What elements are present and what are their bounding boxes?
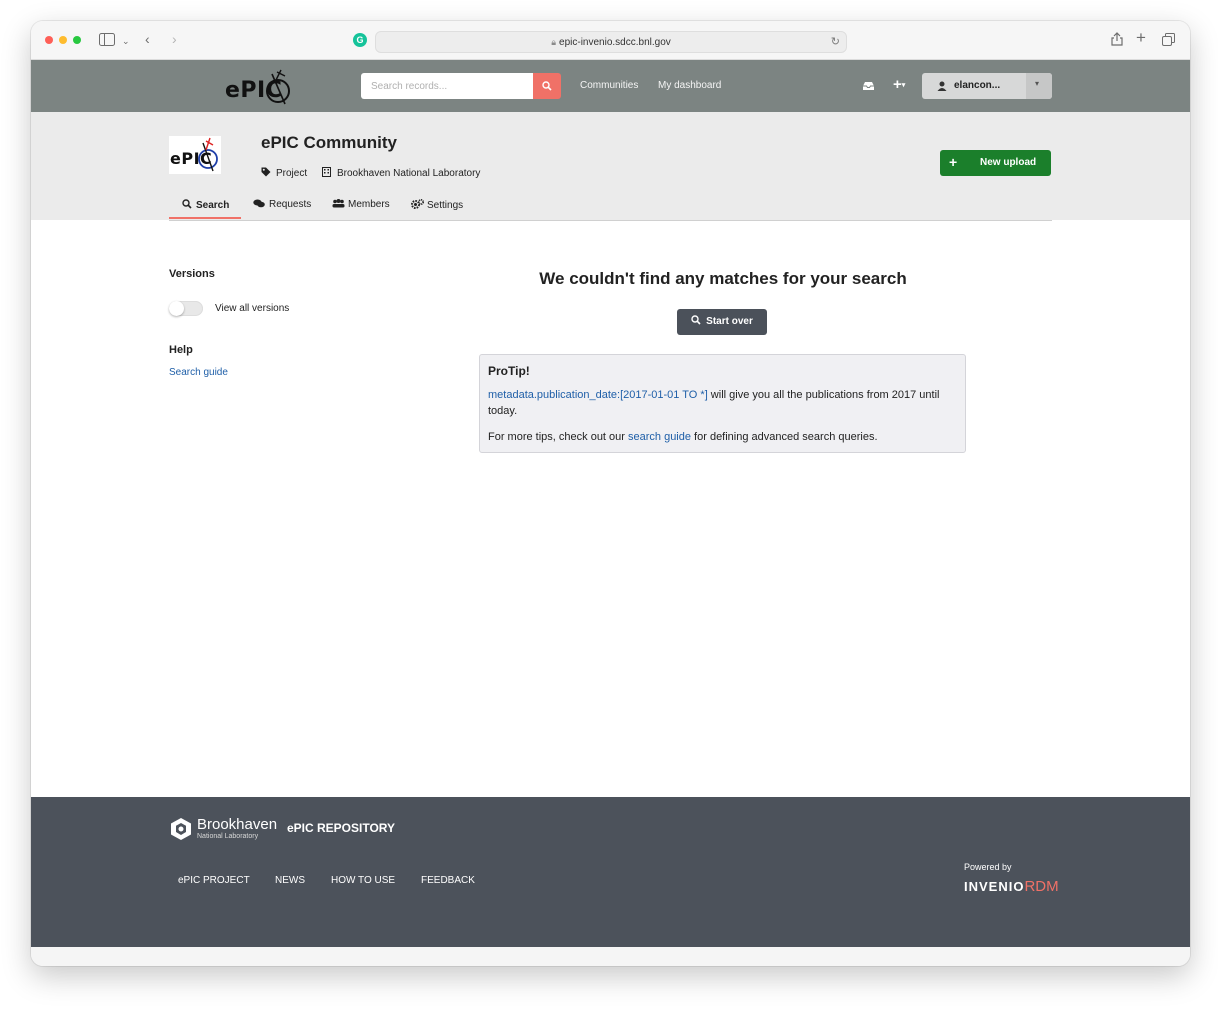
start-over-label: Start over: [706, 316, 753, 327]
tag-icon: [261, 167, 271, 177]
tab-requests[interactable]: Requests: [253, 199, 311, 210]
grammarly-extension-icon[interactable]: G: [353, 33, 367, 47]
community-logo: ePIC: [169, 136, 221, 174]
invenio-rdm-logo[interactable]: INVENIORDM: [964, 878, 1059, 895]
community-header: ePIC ePIC Community Project Brookhaven N…: [31, 112, 1190, 221]
user-name: elancon...: [954, 80, 1001, 91]
footer-link-feedback[interactable]: FEEDBACK: [421, 875, 475, 886]
active-tab-indicator: [169, 217, 241, 219]
footer-bottom-strip: [31, 947, 1190, 966]
protip-box: ProTip! metadata.publication_date:[2017-…: [479, 354, 966, 453]
search-button[interactable]: [533, 73, 561, 99]
community-title: ePIC Community: [261, 133, 398, 152]
start-over-button[interactable]: Start over: [677, 309, 767, 335]
chevron-down-icon[interactable]: ⌄: [122, 34, 130, 48]
forward-icon[interactable]: ›: [172, 32, 177, 46]
footer-link-epic-project[interactable]: ePIC PROJECT: [178, 875, 250, 886]
protip-title: ProTip!: [488, 364, 530, 378]
protip-more-suffix: for defining advanced search queries.: [691, 431, 878, 443]
community-type-label: Project: [276, 168, 308, 179]
no-results-heading: We couldn't find any matches for your se…: [539, 269, 907, 288]
nav-my-dashboard[interactable]: My dashboard: [658, 80, 721, 91]
rdm-text: RDM: [1024, 878, 1059, 895]
search-guide-link[interactable]: Search guide: [169, 367, 228, 378]
protip-example: metadata.publication_date:[2017-01-01 TO…: [488, 387, 957, 419]
logo-emblem-icon: [266, 69, 290, 105]
tab-search[interactable]: Search: [182, 199, 229, 211]
quick-create-menu[interactable]: +▾: [893, 76, 905, 93]
close-window-button[interactable]: [45, 36, 53, 44]
user-icon: [937, 81, 947, 91]
view-all-versions-label: View all versions: [215, 303, 290, 314]
lock-icon: 🔒︎: [551, 37, 557, 47]
footer: Brookhaven National Laboratory ePIC REPO…: [31, 797, 1190, 947]
footer-link-news[interactable]: NEWS: [275, 875, 305, 886]
inbox-icon[interactable]: [862, 81, 875, 91]
footer-repo-name: ePIC REPOSITORY: [287, 821, 396, 835]
app-header: ePIC Communities My dashboard +▾ elancon…: [31, 60, 1190, 112]
invenio-text: INVENIO: [964, 879, 1025, 894]
caret-down-icon: ▾: [1035, 79, 1040, 88]
footer-org-sub: National Laboratory: [197, 833, 259, 840]
plus-icon: +: [949, 154, 958, 170]
address-bar[interactable]: 🔒︎ epic-invenio.sdcc.bnl.gov ↻: [375, 31, 847, 53]
tab-requests-label: Requests: [269, 199, 312, 210]
user-menu-button[interactable]: elancon... ▾: [922, 73, 1052, 99]
community-organization-label: Brookhaven National Laboratory: [337, 168, 481, 179]
url-text: epic-invenio.sdcc.bnl.gov: [559, 37, 671, 48]
nav-communities[interactable]: Communities: [580, 80, 638, 91]
protip-search-guide-link[interactable]: search guide: [628, 431, 691, 443]
tab-settings[interactable]: Settings: [411, 198, 464, 211]
tab-overview-icon[interactable]: [1162, 33, 1175, 48]
user-menu-dropdown[interactable]: ▾: [1026, 73, 1052, 99]
header-search: [361, 73, 561, 99]
caret-down-icon: ▾: [901, 82, 906, 90]
community-organization: Brookhaven National Laboratory: [322, 167, 480, 179]
minimize-window-button[interactable]: [59, 36, 67, 44]
versions-heading: Versions: [169, 268, 215, 280]
protip-more: For more tips, check out our search guid…: [488, 429, 957, 445]
epic-logo[interactable]: ePIC: [225, 66, 295, 108]
browser-toolbar: ⌄ ‹ › G 🔒︎ epic-invenio.sdcc.bnl.gov ↻ +: [31, 21, 1190, 60]
toggle-knob: [169, 301, 184, 316]
comments-icon: [253, 199, 265, 208]
help-heading: Help: [169, 344, 193, 356]
share-icon[interactable]: [1111, 32, 1123, 48]
zoom-window-button[interactable]: [73, 36, 81, 44]
brookhaven-logo-icon[interactable]: [169, 817, 193, 841]
tab-members-label: Members: [348, 199, 390, 210]
back-icon[interactable]: ‹: [145, 32, 150, 46]
logo-emblem-icon: [198, 137, 218, 172]
tab-members[interactable]: Members: [332, 199, 390, 210]
powered-by-label: Powered by: [964, 862, 1012, 872]
tab-search-label: Search: [196, 200, 230, 211]
search-icon: [182, 199, 192, 209]
search-input[interactable]: [361, 73, 533, 99]
users-icon: [332, 199, 345, 208]
search-icon: [691, 315, 701, 325]
sidebar-toggle-icon[interactable]: [99, 33, 115, 48]
building-icon: [322, 167, 331, 177]
new-upload-button[interactable]: + New upload: [940, 150, 1051, 176]
new-tab-icon[interactable]: +: [1136, 29, 1146, 46]
new-upload-label: New upload: [980, 157, 1037, 168]
query-example-link[interactable]: metadata.publication_date:[2017-01-01 TO…: [488, 389, 708, 401]
view-all-versions-toggle[interactable]: [169, 301, 203, 316]
tab-settings-label: Settings: [427, 200, 464, 211]
protip-more-prefix: For more tips, check out our: [488, 431, 628, 443]
reload-icon[interactable]: ↻: [831, 32, 840, 52]
browser-window: ⌄ ‹ › G 🔒︎ epic-invenio.sdcc.bnl.gov ↻ + …: [31, 21, 1190, 966]
footer-link-how-to-use[interactable]: HOW TO USE: [331, 875, 395, 886]
cogs-icon: [411, 198, 425, 209]
community-tabs: Search Requests Members Settings: [169, 190, 1052, 221]
community-type: Project: [261, 167, 307, 179]
footer-org-name: Brookhaven: [197, 816, 278, 833]
search-icon: [542, 81, 552, 91]
